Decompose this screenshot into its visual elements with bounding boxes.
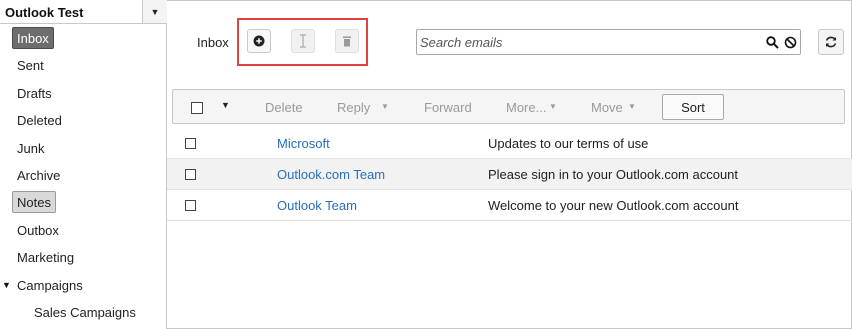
folder-sent[interactable]: Sent <box>12 54 49 76</box>
folder-label: Archive <box>17 167 61 183</box>
folder-inbox[interactable]: Inbox <box>12 27 54 49</box>
refresh-button[interactable] <box>818 29 844 55</box>
select-all-checkbox[interactable] <box>191 102 203 114</box>
forward-button[interactable]: Forward <box>424 100 472 115</box>
message-checkbox[interactable] <box>185 169 196 180</box>
more-caret-icon[interactable]: ▼ <box>549 102 557 111</box>
message-subject[interactable]: Updates to our terms of use <box>488 136 648 151</box>
move-button[interactable]: Move <box>591 100 623 115</box>
folder-archive[interactable]: Archive <box>12 164 65 186</box>
delete-button[interactable]: Delete <box>265 100 303 115</box>
select-options-caret-icon[interactable]: ▼ <box>221 100 230 110</box>
account-selector[interactable]: Outlook Test ▼ <box>0 0 167 24</box>
message-checkbox[interactable] <box>185 200 196 211</box>
sort-button[interactable]: Sort <box>662 94 724 120</box>
refresh-icon <box>825 36 837 48</box>
message-subject[interactable]: Welcome to your new Outlook.com account <box>488 198 739 213</box>
move-caret-icon[interactable]: ▼ <box>628 102 636 111</box>
message-subject[interactable]: Please sign in to your Outlook.com accou… <box>488 167 738 182</box>
folder-label: Sent <box>17 57 44 73</box>
folder-marketing[interactable]: Marketing <box>12 246 79 268</box>
message-sender[interactable]: Outlook Team <box>277 198 357 213</box>
folder-label: Notes <box>17 194 51 210</box>
folder-junk[interactable]: Junk <box>12 137 49 159</box>
command-bar: ▼ Delete Reply ▼ Forward More... ▼ Move … <box>172 89 845 124</box>
message-sender[interactable]: Microsoft <box>277 136 330 151</box>
search-box <box>416 29 801 55</box>
folder-label: Marketing <box>17 249 75 265</box>
caret-down-icon: ▼ <box>150 6 160 17</box>
message-row[interactable]: Microsoft Updates to our terms of use <box>167 128 852 159</box>
add-folder-button[interactable] <box>247 29 271 53</box>
message-row[interactable]: Outlook.com Team Please sign in to your … <box>167 159 852 190</box>
expand-arrow-icon[interactable]: ▼ <box>2 280 11 290</box>
folder-label: Drafts <box>17 85 52 101</box>
folder-campaigns[interactable]: Campaigns <box>12 274 88 296</box>
account-name: Outlook Test <box>5 5 84 20</box>
rename-icon <box>300 34 306 48</box>
folder-label: Junk <box>17 140 45 156</box>
folder-sales-campaigns[interactable]: Sales Campaigns <box>29 301 141 323</box>
folder-label: Inbox <box>17 30 49 46</box>
folder-sidebar: Outlook Test ▼ Inbox Sent Drafts Deleted… <box>0 0 167 329</box>
rename-folder-button[interactable] <box>291 29 315 53</box>
search-icon[interactable] <box>765 35 779 49</box>
more-button[interactable]: More... <box>506 100 546 115</box>
delete-icon <box>343 36 351 46</box>
current-folder-title: Inbox <box>197 35 229 50</box>
message-row[interactable]: Outlook Team Welcome to your new Outlook… <box>167 190 852 221</box>
search-input[interactable] <box>420 33 750 51</box>
reply-caret-icon[interactable]: ▼ <box>381 102 389 111</box>
folder-label: Campaigns <box>17 277 83 293</box>
main-pane: Inbox Search emails ▼ Delete Reply ▼ For… <box>167 0 852 329</box>
folder-deleted[interactable]: Deleted <box>12 109 67 131</box>
message-checkbox[interactable] <box>185 138 196 149</box>
folder-label: Outbox <box>17 222 59 238</box>
folder-label: Sales Campaigns <box>34 304 136 320</box>
folder-label: Deleted <box>17 112 62 128</box>
reply-button[interactable]: Reply <box>337 100 370 115</box>
delete-folder-button[interactable] <box>335 29 359 53</box>
folder-notes[interactable]: Notes <box>12 191 56 213</box>
folder-drafts[interactable]: Drafts <box>12 82 57 104</box>
folder-outbox[interactable]: Outbox <box>12 219 64 241</box>
clear-search-icon[interactable] <box>783 35 797 49</box>
account-dropdown-button[interactable]: ▼ <box>142 0 167 23</box>
add-icon <box>253 35 265 47</box>
message-sender[interactable]: Outlook.com Team <box>277 167 385 182</box>
